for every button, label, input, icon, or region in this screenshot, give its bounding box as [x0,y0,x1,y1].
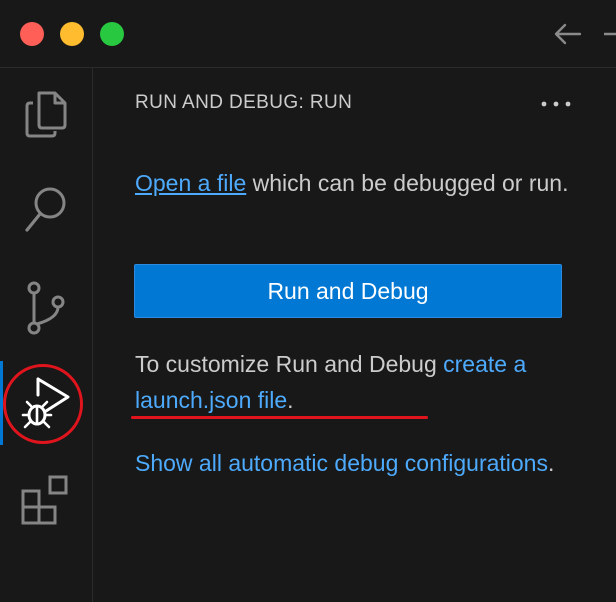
activity-search[interactable] [0,168,92,252]
window-maximize-button[interactable] [100,22,124,46]
activity-explorer[interactable] [0,72,92,156]
annotation-underline [131,416,428,419]
vscode-window: RUN AND DEBUG: RUN Open a file which can… [0,0,616,602]
search-icon [21,183,71,237]
back-arrow-icon[interactable] [552,19,584,49]
title-bar [0,0,616,68]
show-configurations-paragraph: Show all automatic debug configurations. [135,445,575,481]
run-and-debug-button[interactable]: Run and Debug [134,264,562,318]
customize-paragraph: To customize Run and Debug create a laun… [135,346,575,418]
open-file-paragraph: Open a file which can be debugged or run… [135,165,575,201]
window-close-button[interactable] [20,22,44,46]
sidebar-title: RUN AND DEBUG: RUN [135,92,353,113]
activity-bar [0,68,93,602]
run-debug-view: RUN AND DEBUG: RUN Open a file which can… [93,68,616,602]
more-actions-button[interactable] [539,90,573,116]
activity-source-control[interactable] [0,266,92,350]
show-configurations-period: . [547,450,555,476]
explorer-icon [21,87,71,141]
show-automatic-configurations-link[interactable]: Show all automatic debug configurations [135,450,548,476]
ellipsis-icon [541,94,571,112]
window-minimize-button[interactable] [60,22,84,46]
activity-run-debug[interactable] [0,361,92,445]
customize-text: To customize Run and Debug [135,351,444,377]
activity-extensions[interactable] [0,458,92,542]
extensions-icon [19,473,73,527]
forward-arrow-icon[interactable] [602,19,616,49]
source-control-icon [21,280,71,336]
run-debug-icon [16,373,76,433]
open-file-link[interactable]: Open a file [135,170,246,196]
open-file-description: which can be debugged or run. [246,170,569,196]
customize-period: . [287,387,294,413]
